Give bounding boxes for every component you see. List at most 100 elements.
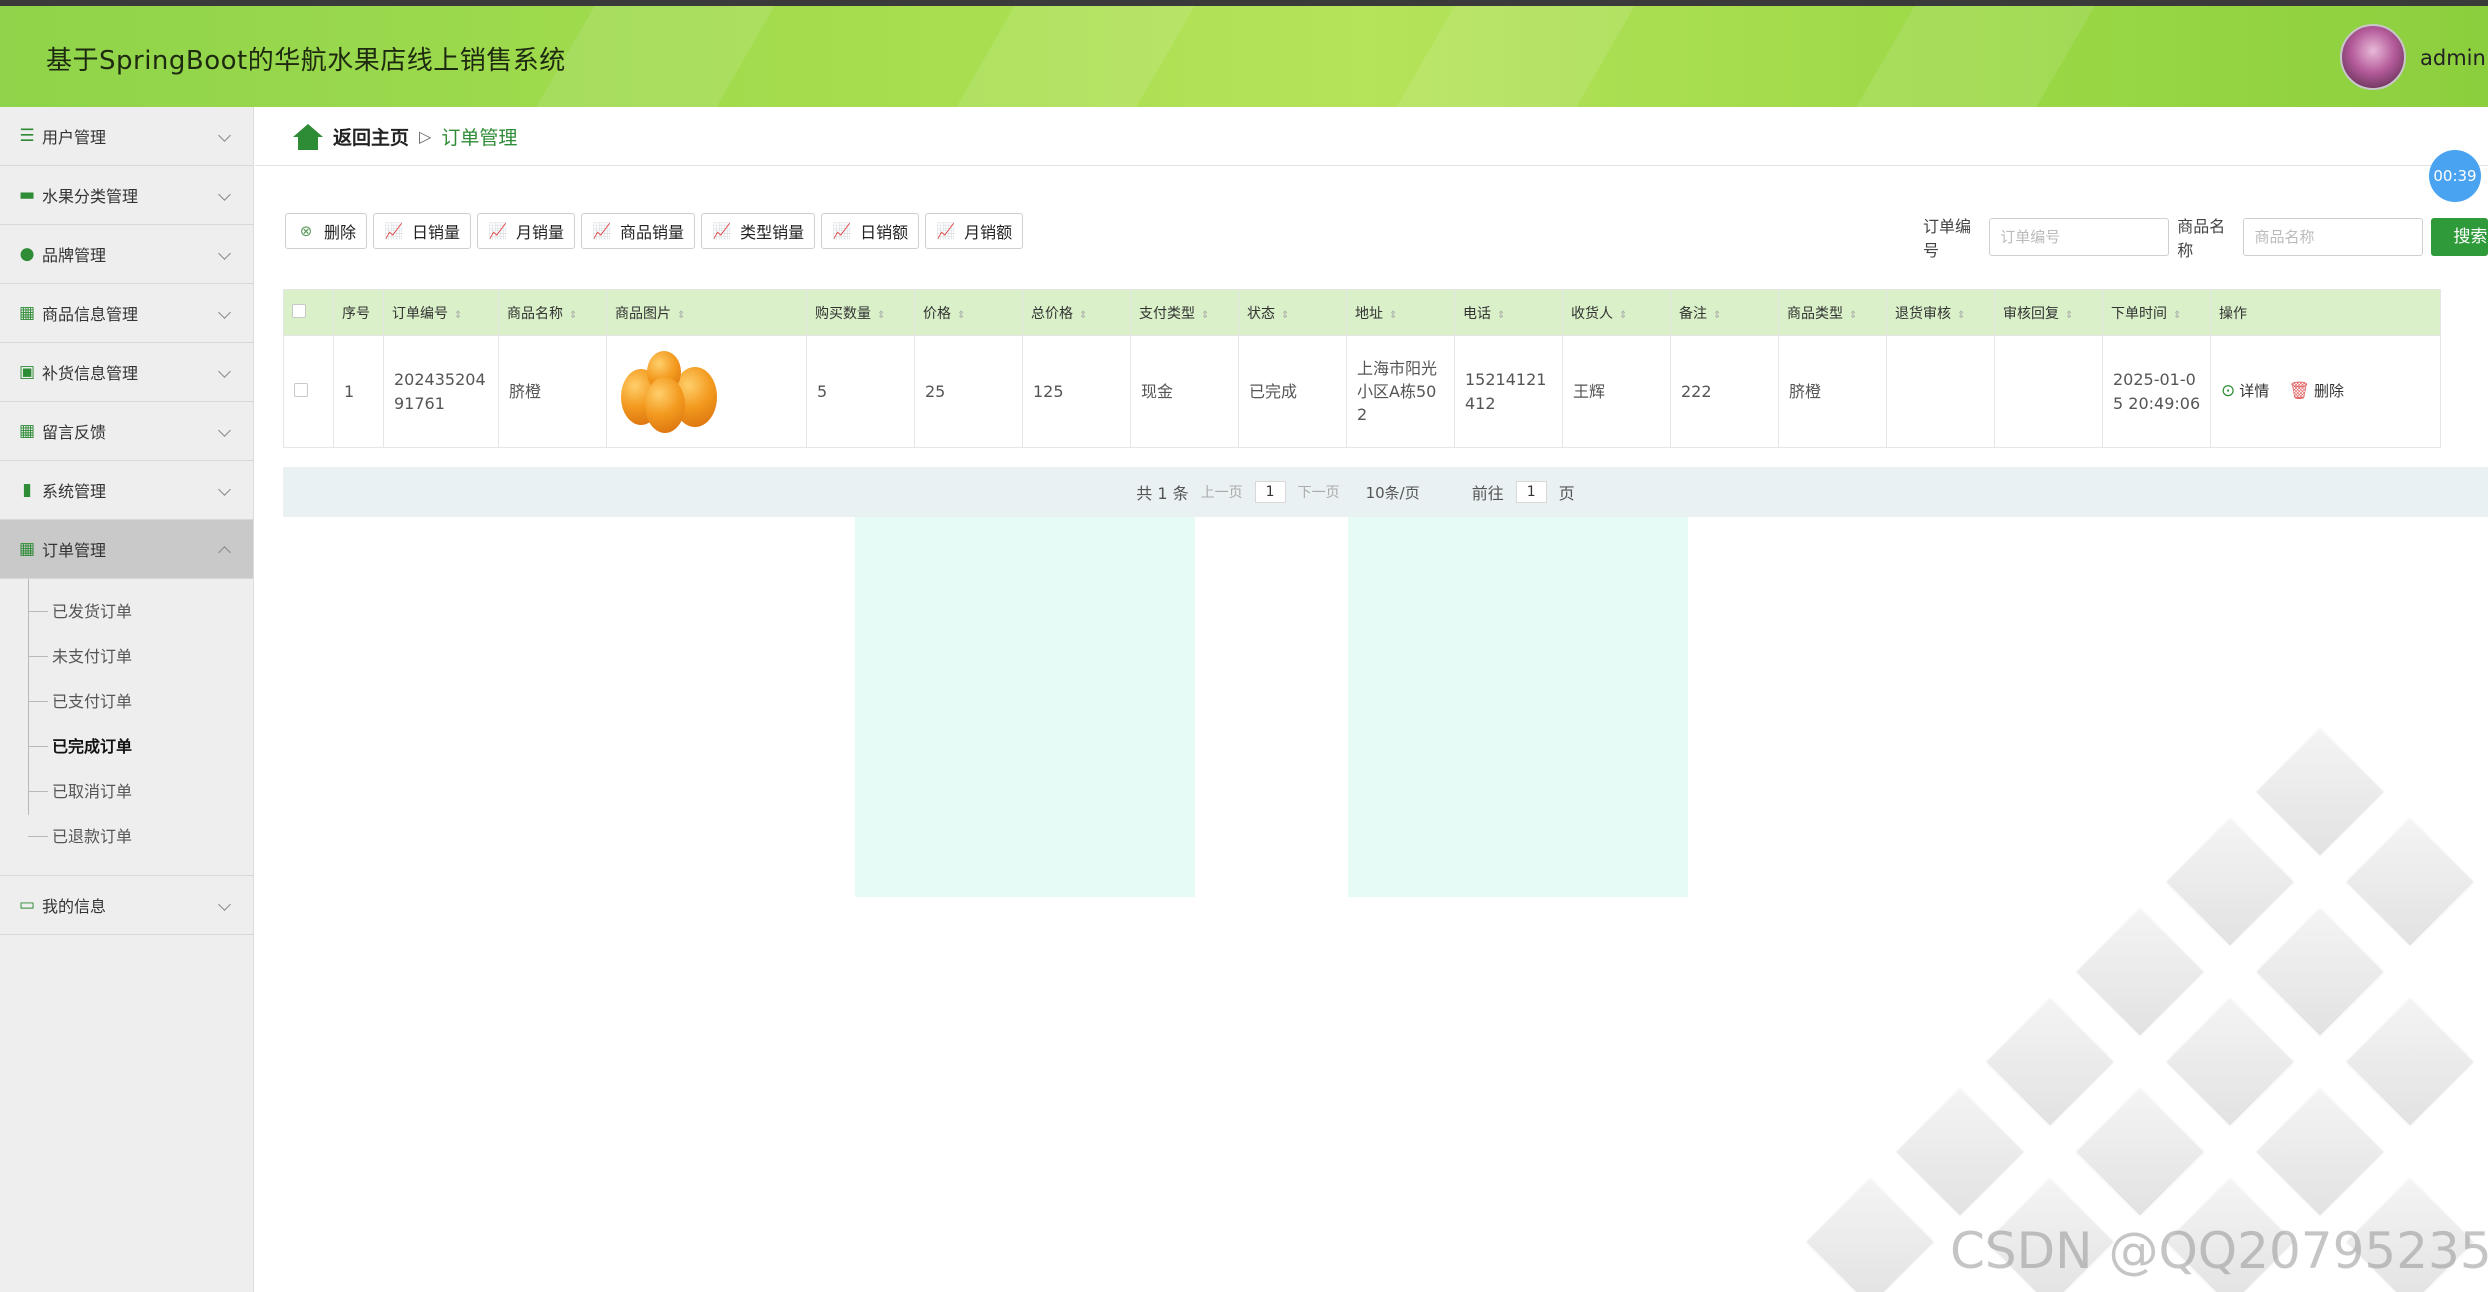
sort-icon[interactable]: ⇕ (1281, 310, 1289, 321)
daily-revenue-button[interactable]: 📈 日销额 (821, 213, 920, 249)
page-size-select[interactable]: 10条/页 (1366, 482, 1420, 503)
column-header[interactable]: 商品图片 ⇕ (606, 289, 807, 336)
sidebar-item-product-info[interactable]: ▦ 商品信息管理 (0, 284, 253, 343)
sort-icon[interactable]: ⇕ (454, 310, 462, 321)
column-header[interactable]: 购买数量 ⇕ (806, 289, 915, 336)
clipboard-icon: ▣ (18, 362, 36, 382)
detail-link[interactable]: ⊙ 详情 (2221, 379, 2269, 404)
app-header: 基于SpringBoot的华航水果店线上销售系统 admin (0, 6, 2488, 107)
delete-button[interactable]: ⊗ 删除 (285, 213, 368, 249)
avatar[interactable] (2340, 24, 2406, 90)
user-name: admin (2420, 46, 2486, 70)
column-header[interactable]: 下单时间 ⇕ (2102, 289, 2211, 336)
sort-icon[interactable]: ⇕ (1957, 310, 1965, 321)
select-all-cell (283, 289, 334, 336)
home-icon[interactable] (293, 123, 323, 150)
product-sales-button[interactable]: 📈 商品销量 (581, 213, 696, 249)
sort-icon[interactable]: ⇕ (877, 310, 885, 321)
submenu-completed-orders[interactable]: 已完成订单 (0, 724, 253, 769)
background-tile (2346, 998, 2474, 1126)
chart-icon: 📈 (488, 222, 508, 240)
column-label: 商品名称 (507, 305, 563, 322)
sort-icon[interactable]: ⇕ (569, 310, 577, 321)
sidebar-item-restock[interactable]: ▣ 补货信息管理 (0, 343, 253, 402)
search-button[interactable]: 搜索 (2431, 218, 2488, 256)
breadcrumb-home-link[interactable]: 返回主页 (333, 123, 409, 150)
background-tile (2256, 728, 2384, 856)
timer-badge: 00:39 (2429, 150, 2481, 202)
sidebar-item-users[interactable]: ☰ 用户管理 (0, 107, 253, 166)
sidebar-item-brand[interactable]: ● 品牌管理 (0, 225, 253, 284)
grid-icon: ▦ (18, 421, 36, 441)
product-name-input[interactable] (2243, 218, 2424, 256)
sidebar-item-label: 系统管理 (42, 482, 107, 501)
column-header[interactable]: 退货审核 ⇕ (1886, 289, 1995, 336)
sort-icon[interactable]: ⇕ (957, 310, 965, 321)
current-page[interactable]: 1 (1254, 481, 1286, 503)
column-header[interactable]: 备注 ⇕ (1670, 289, 1779, 336)
column-header[interactable]: 商品名称 ⇕ (498, 289, 607, 336)
column-header[interactable]: 审核回复 ⇕ (1994, 289, 2103, 336)
sidebar-item-feedback[interactable]: ▦ 留言反馈 (0, 402, 253, 461)
submenu-shipped-orders[interactable]: 已发货订单 (0, 589, 253, 634)
select-all-checkbox[interactable] (292, 303, 306, 318)
sort-icon[interactable]: ⇕ (1201, 310, 1209, 321)
column-header[interactable]: 状态 ⇕ (1238, 289, 1347, 336)
column-header: 序号 (333, 289, 384, 336)
submenu-unpaid-orders[interactable]: 未支付订单 (0, 634, 253, 679)
user-menu[interactable]: admin (2420, 46, 2488, 70)
row-delete-link[interactable]: 🗑 删除 (2288, 379, 2344, 404)
sidebar-item-system[interactable]: ▮ 系统管理 (0, 461, 253, 520)
cell-product-image (606, 335, 807, 448)
sidebar-item-fruit-category[interactable]: ▬ 水果分类管理 (0, 166, 253, 225)
watermark: CSDN @QQ2079523559 (1950, 1222, 2488, 1280)
sort-icon[interactable]: ⇕ (1849, 310, 1857, 321)
submenu-refunded-orders[interactable]: 已退款订单 (0, 814, 253, 859)
cell-note: 222 (1670, 335, 1779, 448)
submenu-cancelled-orders[interactable]: 已取消订单 (0, 769, 253, 814)
goto-page-input[interactable]: 1 (1515, 481, 1547, 503)
sort-icon[interactable]: ⇕ (1713, 310, 1721, 321)
category-sales-button[interactable]: 📈 类型销量 (701, 213, 816, 249)
sidebar-item-label: 水果分类管理 (42, 187, 139, 206)
order-no-input[interactable] (1989, 218, 2170, 256)
column-header[interactable]: 价格 ⇕ (914, 289, 1023, 336)
chart-icon: 📈 (384, 222, 404, 240)
sort-icon[interactable]: ⇕ (677, 310, 685, 321)
column-header[interactable]: 地址 ⇕ (1346, 289, 1455, 336)
sort-icon[interactable]: ⇕ (1389, 310, 1397, 321)
next-page-button[interactable]: 下一页 (1298, 482, 1340, 502)
sidebar-item-label: 补货信息管理 (42, 364, 139, 383)
sidebar-item-my-info[interactable]: ▭ 我的信息 (0, 876, 253, 935)
detail-icon: ⊙ (2221, 381, 2236, 402)
product-name-label: 商品名称 (2177, 217, 2226, 260)
column-label: 支付类型 (1139, 305, 1195, 322)
toolbar: ⊗ 删除 📈 日销量 📈 月销量 📈 商品销量 📈 类型销量 📈 日销额 📈 月销额 (285, 213, 1024, 249)
column-header[interactable]: 总价格 ⇕ (1022, 289, 1131, 336)
monthly-revenue-button[interactable]: 📈 月销额 (925, 213, 1024, 249)
column-header[interactable]: 收货人 ⇕ (1562, 289, 1671, 336)
column-header[interactable]: 电话 ⇕ (1454, 289, 1563, 336)
chevron-down-icon (218, 898, 231, 911)
product-image[interactable] (617, 347, 727, 437)
column-header[interactable]: 支付类型 ⇕ (1130, 289, 1239, 336)
sort-icon[interactable]: ⇕ (1079, 310, 1087, 321)
sort-icon[interactable]: ⇕ (2065, 310, 2073, 321)
cell-quantity: 5 (806, 335, 915, 448)
pin-icon: ● (19, 244, 35, 264)
prev-page-button[interactable]: 上一页 (1201, 482, 1243, 502)
sort-icon[interactable]: ⇕ (1497, 310, 1505, 321)
column-header[interactable]: 订单编号 ⇕ (383, 289, 499, 336)
sidebar-item-orders[interactable]: ▦ 订单管理 (0, 520, 253, 579)
header-decoration (922, 6, 1218, 107)
sort-icon[interactable]: ⇕ (2173, 310, 2181, 321)
sort-icon[interactable]: ⇕ (1619, 310, 1627, 321)
cell-status: 已完成 (1238, 335, 1347, 448)
row-checkbox[interactable] (294, 382, 308, 397)
monthly-sales-volume-button[interactable]: 📈 月销量 (477, 213, 576, 249)
submenu-paid-orders[interactable]: 已支付订单 (0, 679, 253, 724)
message-icon: ▬ (18, 185, 36, 205)
column-label: 地址 (1355, 305, 1383, 322)
daily-sales-volume-button[interactable]: 📈 日销量 (373, 213, 472, 249)
column-header[interactable]: 商品类型 ⇕ (1778, 289, 1887, 336)
